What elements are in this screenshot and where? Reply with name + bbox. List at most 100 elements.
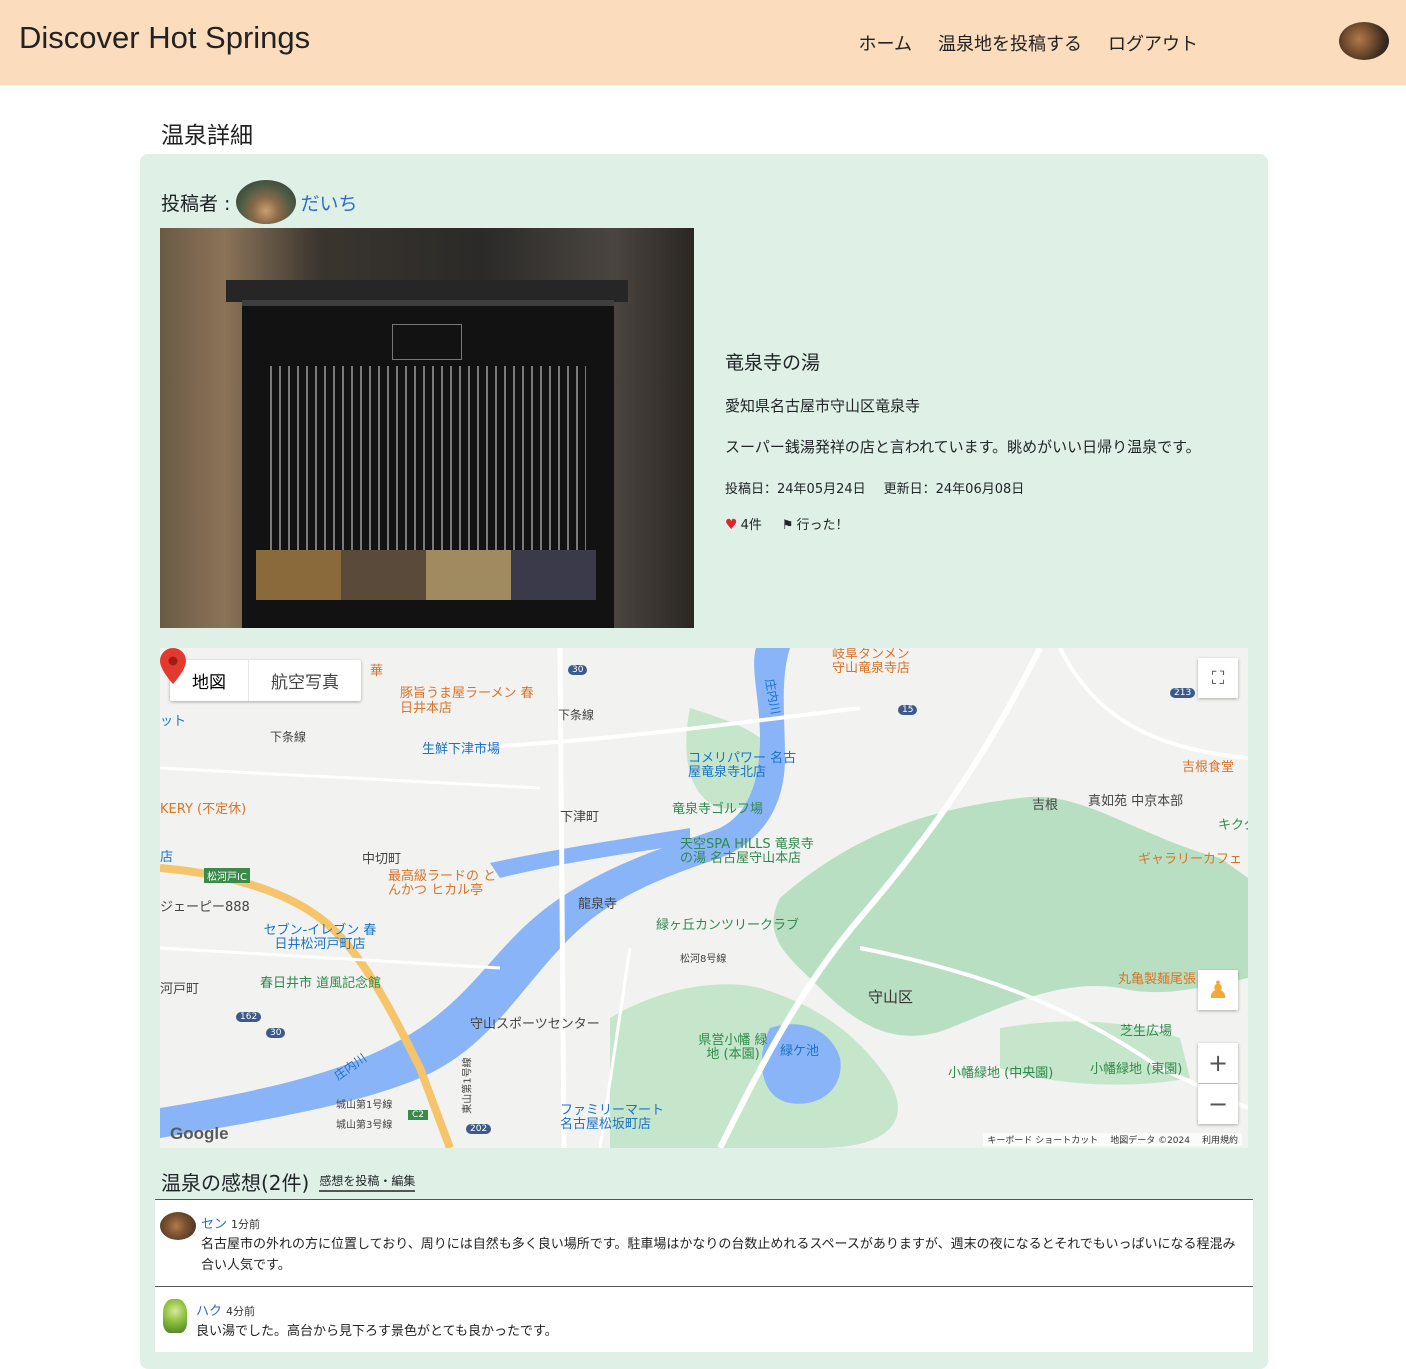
fullscreen-button[interactable]: ⛶ bbox=[1198, 658, 1238, 698]
poi-shibafu[interactable]: 芝生広場 bbox=[1120, 1020, 1172, 1039]
spring-info: 竜泉寺の湯 愛知県名古屋市守山区竜泉寺 スーパー銭湯発祥の店と言われています。眺… bbox=[725, 348, 1201, 533]
review-item: セン 1分前 名古屋市の外れの方に位置しており、周りには自然も多く良い場所です。駐… bbox=[155, 1199, 1253, 1287]
poi-gallery-cafe[interactable]: ギャラリーカフェ bbox=[1138, 848, 1242, 867]
pegman-icon: ♟ bbox=[1207, 976, 1229, 1004]
route-202: 202 bbox=[466, 1124, 492, 1134]
poi-jp888[interactable]: ジェーピー888 bbox=[160, 896, 250, 915]
review-meta: セン 1分前 bbox=[201, 1213, 260, 1232]
zoom-in-button[interactable]: + bbox=[1198, 1043, 1238, 1083]
map-type-satellite-button[interactable]: 航空写真 bbox=[248, 660, 361, 701]
poi-ryusenji[interactable]: 龍泉寺 bbox=[578, 893, 617, 912]
route-30: 30 bbox=[568, 665, 588, 675]
district-moriyama: 守山区 bbox=[868, 988, 914, 1006]
poi-tto[interactable]: ット bbox=[160, 710, 186, 729]
map-type-control: 地図 航空写真 bbox=[170, 660, 361, 701]
poster-label: 投稿者 : bbox=[161, 192, 231, 215]
poi-shinnyoen[interactable]: 真如苑 中京本部 bbox=[1088, 790, 1183, 809]
poi-kikuta[interactable]: キクタ bbox=[1218, 814, 1248, 833]
brand-logo[interactable]: Discover Hot Springs bbox=[19, 20, 310, 56]
poster-avatar[interactable] bbox=[236, 180, 297, 224]
nav-post-spring[interactable]: 温泉地を投稿する bbox=[938, 30, 1082, 56]
post-review-link[interactable]: 感想を投稿・編集 bbox=[319, 1172, 416, 1192]
posted-date: 投稿日：24年05月24日 bbox=[725, 482, 866, 497]
area-nakakiri: 中切町 bbox=[362, 852, 402, 867]
poi-familymart[interactable]: ファミリーマート 名古屋松坂町店 bbox=[560, 1104, 680, 1132]
poi-hua[interactable]: 華 bbox=[370, 660, 383, 679]
reviews-header: 温泉の感想(2件) 感想を投稿・編集 bbox=[161, 1167, 416, 1196]
route-15: 15 bbox=[898, 705, 918, 715]
spring-dates: 投稿日：24年05月24日 更新日：24年06月08日 bbox=[725, 478, 1201, 497]
spring-photo bbox=[160, 228, 694, 628]
road-shimojosen: 下条線 bbox=[270, 730, 307, 744]
road-shiroyama1: 城山第1号線 bbox=[336, 1100, 393, 1111]
reviewer-avatar[interactable] bbox=[160, 1212, 196, 1240]
sign-board bbox=[242, 300, 614, 628]
map-data-credit: 地図データ ©2024 bbox=[1110, 1136, 1190, 1146]
review-time: 1分前 bbox=[231, 1218, 261, 1231]
area-yoshine: 吉根 bbox=[1032, 798, 1059, 813]
route-213: 213 bbox=[1170, 688, 1196, 698]
like-button[interactable]: ♥ 4件 bbox=[725, 514, 762, 533]
poi-market[interactable]: 生鮮下津市場 bbox=[422, 738, 500, 757]
poi-katsu[interactable]: 最高級ラードの とんかつ ヒカル亭 bbox=[388, 870, 508, 898]
reviewer-avatar[interactable] bbox=[163, 1299, 187, 1333]
spring-name: 竜泉寺の湯 bbox=[725, 352, 821, 374]
zoom-out-button[interactable]: − bbox=[1198, 1084, 1238, 1124]
poi-ramen[interactable]: 豚旨うま屋ラーメン 春日井本店 bbox=[400, 686, 540, 716]
reviewer-name[interactable]: セン bbox=[201, 1217, 227, 1232]
review-body: 名古屋市の外れの方に位置しており、周りには自然も多く良い場所です。駐車場はかなり… bbox=[201, 1237, 1236, 1273]
flag-icon: ⚑ bbox=[781, 518, 794, 533]
route-c2: C2 bbox=[408, 1110, 429, 1120]
nav-links: ホーム 温泉地を投稿する ログアウト bbox=[859, 30, 1198, 56]
poi-kenei-obata[interactable]: 県営小幡 緑地 (本園) bbox=[698, 1034, 768, 1062]
like-count: 4件 bbox=[740, 518, 762, 533]
google-map[interactable]: 地図 航空写真 ⛶ ♟ + − 豚旨うま屋ラーメン 春日井本店 岐阜タンメン 守… bbox=[160, 648, 1248, 1148]
visited-label: 行った！ bbox=[796, 518, 849, 533]
poi-bakery[interactable]: KERY (不定休) bbox=[160, 798, 246, 817]
visited-button[interactable]: ⚑ 行った！ bbox=[782, 514, 849, 533]
poi-yoshine-food[interactable]: 吉根食堂 bbox=[1182, 756, 1234, 775]
terms-link[interactable]: 利用規約 bbox=[1202, 1133, 1238, 1146]
reviews-title: 温泉の感想(2件) bbox=[161, 1171, 310, 1195]
spring-address: 愛知県名古屋市守山区竜泉寺 bbox=[725, 397, 921, 415]
navbar: Discover Hot Springs ホーム 温泉地を投稿する ログアウト bbox=[0, 0, 1406, 85]
reviewer-name[interactable]: ハク bbox=[196, 1304, 222, 1319]
poi-marugame[interactable]: 丸亀製麺尾張 bbox=[1118, 968, 1196, 987]
nav-logout[interactable]: ログアウト bbox=[1108, 30, 1198, 56]
location-pin-icon[interactable] bbox=[160, 648, 186, 684]
sign-text bbox=[270, 366, 586, 566]
keyboard-shortcuts-link[interactable]: キーボード ショートカット bbox=[987, 1133, 1098, 1146]
poster-name-link[interactable]: だいち bbox=[300, 189, 357, 216]
poi-obata-east[interactable]: 小幡緑地 (東園) bbox=[1090, 1058, 1182, 1077]
route-162: 162 bbox=[236, 1012, 262, 1022]
road-shimojosen-2: 下条線 bbox=[558, 708, 595, 722]
poi-michikaze[interactable]: 春日井市 道風記念館 bbox=[260, 972, 381, 991]
poi-golf[interactable]: 竜泉寺ゴルフ場 bbox=[672, 798, 763, 817]
poi-sports-center[interactable]: 守山スポーツセンター bbox=[470, 1013, 600, 1032]
map-canvas bbox=[160, 648, 1248, 1148]
updated-date: 更新日：24年06月08日 bbox=[883, 482, 1025, 497]
lake-midorigaike: 緑ケ池 bbox=[780, 1044, 820, 1059]
poi-seven-eleven[interactable]: セブン-イレブン 春日井松河戸町店 bbox=[260, 924, 380, 952]
user-avatar[interactable] bbox=[1339, 22, 1389, 60]
poi-shoten[interactable]: 店 bbox=[160, 846, 173, 865]
nav-home[interactable]: ホーム bbox=[859, 30, 912, 56]
page-title: 温泉詳細 bbox=[161, 123, 253, 149]
road-shiroyama3: 城山第3号線 bbox=[336, 1120, 393, 1131]
street-view-pegman[interactable]: ♟ bbox=[1198, 970, 1238, 1010]
poi-obata-central[interactable]: 小幡緑地 (中央園) bbox=[948, 1062, 1053, 1081]
route-30-south: 30 bbox=[266, 1028, 286, 1038]
road-higashiyama: 東山第1号線 bbox=[462, 1057, 474, 1114]
poi-komeri[interactable]: コメリパワー 名古屋竜泉寺北店 bbox=[688, 752, 808, 780]
spring-actions: ♥ 4件 ⚑ 行った！ bbox=[725, 514, 1201, 533]
sign-logo bbox=[392, 324, 462, 360]
spring-description: スーパー銭湯発祥の店と言われています。眺めがいい日帰り温泉です。 bbox=[725, 438, 1201, 456]
google-logo: Google bbox=[170, 1124, 229, 1143]
review-meta: ハク 4分前 bbox=[196, 1300, 255, 1319]
minus-icon: − bbox=[1207, 1090, 1229, 1118]
poi-midori-golf[interactable]: 緑ヶ丘カンツリークラブ bbox=[656, 914, 799, 933]
poi-tanmen[interactable]: 岐阜タンメン 守山竜泉寺店 bbox=[832, 648, 922, 676]
marker-label[interactable]: 天空SPA HILLS 竜泉寺の湯 名古屋守山本店 bbox=[680, 838, 820, 866]
ic-matsukawado: 松河戸IC bbox=[204, 868, 250, 883]
review-time: 4分前 bbox=[226, 1305, 256, 1318]
